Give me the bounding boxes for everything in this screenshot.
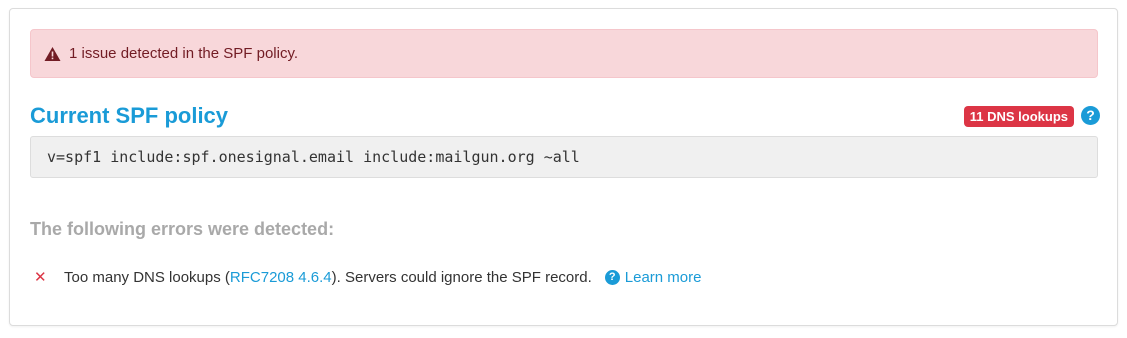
warning-triangle-icon	[44, 46, 61, 62]
help-icon[interactable]: ?	[1081, 106, 1100, 125]
learn-more-link[interactable]: ? Learn more	[604, 268, 702, 286]
spf-record-box: v=spf1 include:spf.onesignal.email inclu…	[30, 136, 1098, 178]
rfc-link[interactable]: RFC7208 4.6.4	[230, 269, 332, 286]
issue-alert: 1 issue detected in the SPF policy.	[30, 29, 1098, 78]
learn-more-label: Learn more	[624, 268, 702, 286]
error-x-icon: ✕	[34, 269, 47, 286]
spf-result-card: 1 issue detected in the SPF policy. Curr…	[9, 8, 1118, 326]
policy-header: Current SPF policy 11 DNS lookups ?	[30, 101, 1100, 131]
error-item: ✕ Too many DNS lookups (RFC7208 4.6.4). …	[34, 266, 701, 288]
dns-lookups-badge: 11 DNS lookups	[963, 106, 1074, 127]
error-text-suffix: ). Servers could ignore the SPF record.	[331, 268, 592, 286]
section-title: Current SPF policy	[30, 103, 229, 128]
error-text-prefix: Too many DNS lookups (	[64, 268, 230, 286]
alert-text: 1 issue detected in the SPF policy.	[69, 45, 299, 62]
errors-heading: The following errors were detected:	[30, 219, 335, 239]
question-circle-icon: ?	[604, 269, 620, 285]
